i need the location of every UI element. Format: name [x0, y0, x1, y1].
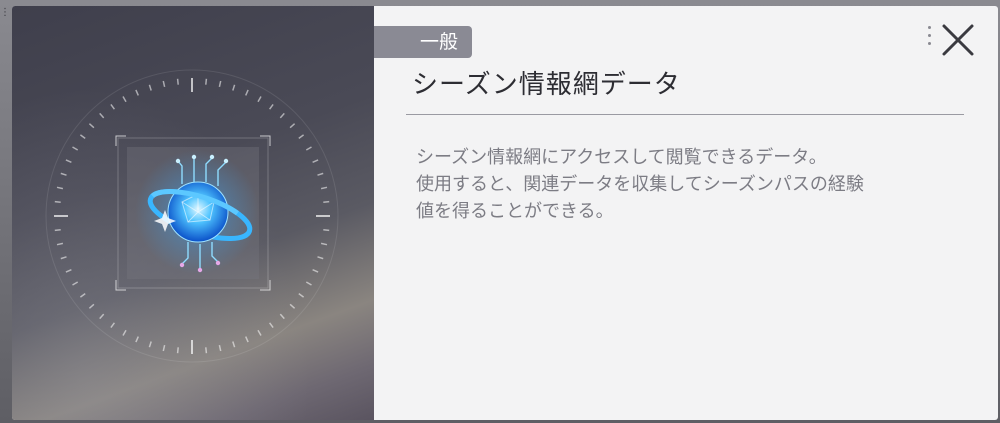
description-line: 値を得ることができる。	[416, 201, 614, 222]
item-artwork-graphic	[45, 69, 339, 363]
dial-tick	[122, 329, 127, 336]
dial-tick	[245, 336, 249, 343]
dial-tick	[257, 96, 262, 103]
description-line: シーズン情報網にアクセスして閲覧できるデータ。	[416, 147, 827, 168]
corner-menu-icon: ⋮	[0, 7, 10, 18]
dial-tick	[279, 112, 285, 119]
dial-tick	[317, 256, 324, 260]
dial-tick	[205, 347, 208, 354]
dial-tick	[298, 134, 305, 140]
dial-tick	[320, 242, 328, 246]
dial-tick	[79, 292, 86, 298]
dial-tick	[122, 96, 127, 103]
dial-tick	[205, 78, 208, 85]
dial-tick	[88, 123, 95, 129]
dial-tick	[110, 322, 116, 329]
dial-tick	[54, 200, 61, 203]
dial-tick	[56, 186, 64, 190]
description-line: 使用すると、関連データを収集してシーズンパスの経験	[416, 174, 864, 195]
dial-tick	[298, 292, 305, 298]
screen: ⋮ 一般 シーズン情報網データ シーズン情報網にアクセスして閲覧できるデータ。 …	[0, 0, 1000, 423]
dial-tick	[268, 322, 274, 329]
dial-tick	[110, 103, 116, 110]
item-name: シーズン情報網データ	[412, 70, 681, 100]
dial-tick	[323, 229, 330, 232]
dial-tick	[60, 172, 67, 176]
dial-tick	[320, 186, 328, 190]
dial-tick	[72, 146, 79, 151]
dial-tick	[305, 281, 312, 286]
dial-tick	[279, 313, 285, 320]
dial-tick	[72, 281, 79, 286]
dial-tick	[60, 256, 67, 260]
dial-tick	[148, 341, 152, 348]
dial-tick	[65, 269, 72, 273]
dial-tick	[54, 229, 61, 232]
close-button[interactable]	[940, 22, 976, 58]
dial-tick	[79, 134, 86, 140]
dial-tick	[289, 303, 296, 309]
item-description: シーズン情報網にアクセスして閲覧できるデータ。 使用すると、関連データを収集して…	[416, 144, 966, 225]
dial-tick	[268, 103, 274, 110]
dial-tick	[99, 313, 105, 320]
dial-tick	[135, 336, 139, 343]
dial-tick	[232, 84, 236, 91]
dial-tick	[56, 242, 64, 246]
dial-tick	[323, 200, 330, 203]
dial-tick	[135, 89, 139, 96]
dial-tick	[148, 84, 152, 91]
dial-tick	[176, 78, 179, 85]
dial-tick	[162, 80, 166, 88]
drag-handle-icon	[928, 26, 932, 52]
dial-tick	[99, 112, 105, 119]
dial-tick	[218, 80, 222, 88]
dial-tick	[289, 123, 296, 129]
dial-tick	[218, 344, 222, 352]
item-detail-panel: 一般 シーズン情報網データ シーズン情報網にアクセスして閲覧できるデータ。 使用…	[12, 6, 998, 420]
dial-tick	[176, 347, 179, 354]
dial-tick	[162, 344, 166, 352]
dial-tick	[312, 159, 319, 163]
category-tab: 一般	[374, 26, 472, 58]
title-divider	[406, 114, 964, 115]
dial-tick	[305, 146, 312, 151]
dial-tick	[245, 89, 249, 96]
dial-tick	[312, 269, 319, 273]
dial-tick	[257, 329, 262, 336]
dial-tick	[65, 159, 72, 163]
dial-tick	[317, 172, 324, 176]
dial-tick	[88, 303, 95, 309]
dial-tick	[232, 341, 236, 348]
close-icon	[942, 24, 974, 56]
item-artwork	[12, 6, 374, 420]
